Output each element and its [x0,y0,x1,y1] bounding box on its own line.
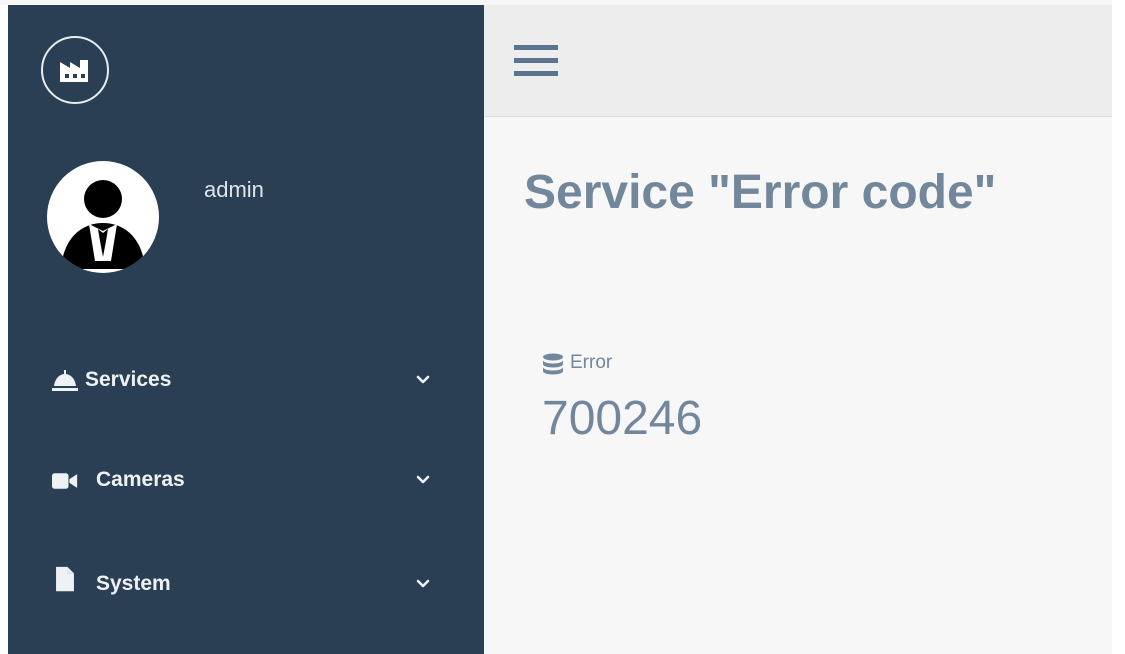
chevron-down-icon [416,475,430,484]
app-window: admin Services Cameras System Service "E… [0,0,1125,654]
chevron-down-icon [416,375,430,384]
database-icon [543,353,563,375]
factory-icon[interactable] [41,36,109,104]
sidebar-item-label: Cameras [96,468,185,491]
sidebar: admin Services Cameras System [8,5,484,654]
top-nav-bar [484,5,1112,117]
page-title: Service "Error code" [524,166,997,219]
bell-icon [52,370,78,391]
right-edge-strip [1112,0,1125,654]
sidebar-item-cameras[interactable]: Cameras [8,450,484,510]
file-icon [56,566,74,592]
chevron-down-icon [416,579,430,588]
sidebar-item-services[interactable]: Services [8,350,484,410]
sidebar-item-label: Services [85,368,172,391]
metric-value: 700246 [542,392,703,445]
sidebar-item-label: System [96,572,171,595]
hamburger-icon[interactable] [512,42,560,80]
sidebar-item-system[interactable]: System [8,554,484,614]
user-businessman-icon[interactable] [47,161,159,273]
main-content: Service "Error code" Error 700246 [484,5,1112,654]
username-label: admin [204,177,264,202]
metric-label: Error [570,352,613,373]
video-camera-icon [52,473,78,489]
